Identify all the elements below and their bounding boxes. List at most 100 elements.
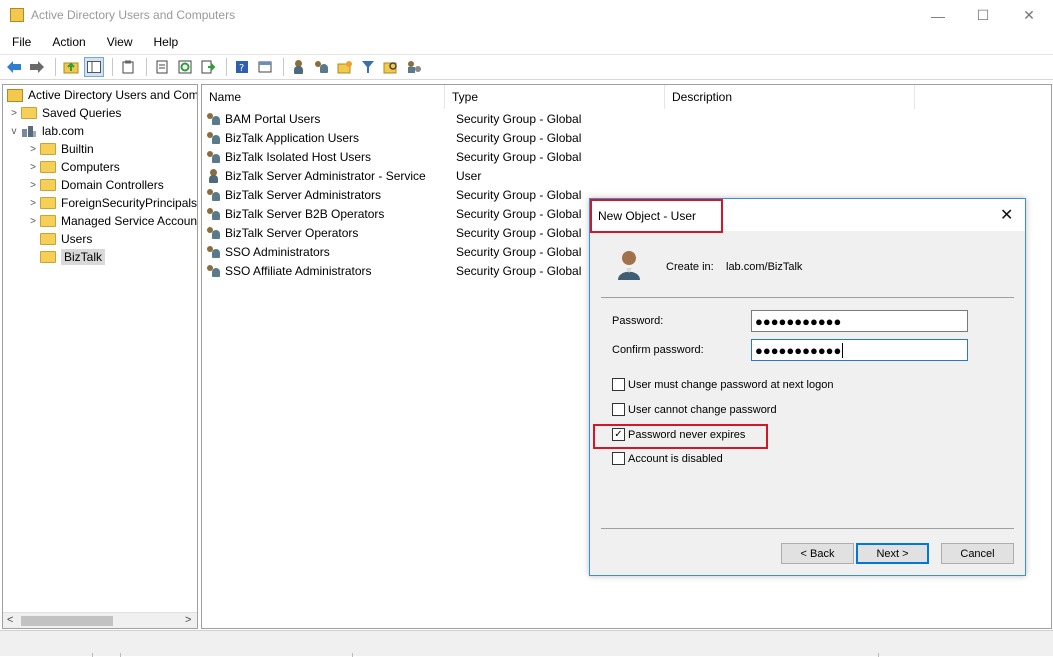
list-item[interactable]: BizTalk Isolated Host Users Security Gro… (206, 147, 581, 166)
next-button[interactable]: Next > (856, 543, 929, 564)
console-tree[interactable]: Active Directory Users and Com > Saved Q… (2, 84, 198, 629)
dialog-divider (601, 528, 1014, 529)
list-item[interactable]: BizTalk Server Administrator - Service U… (206, 166, 481, 185)
maximize-button[interactable]: ☐ (960, 0, 1006, 31)
checkbox-box[interactable] (612, 378, 625, 391)
tree-item-lab-com[interactable]: v lab.com (7, 122, 85, 140)
new-ou-icon[interactable] (335, 57, 355, 77)
back-arrow-icon[interactable] (4, 57, 24, 77)
up-folder-icon[interactable] (61, 57, 81, 77)
chevron-right-icon[interactable]: > (26, 198, 40, 209)
tree-pane-icon[interactable] (84, 57, 104, 77)
password-input[interactable]: ●●●●●●●●●●● (751, 310, 968, 332)
chevron-down-icon[interactable]: v (7, 126, 21, 137)
list-item-name: BizTalk Server Operators (225, 225, 359, 240)
checkbox-label: User must change password at next logon (628, 378, 834, 391)
dialog-close-button[interactable]: ✕ (1000, 205, 1013, 225)
column-header-name[interactable]: Name (202, 85, 445, 109)
tree-item-label: Builtin (61, 142, 94, 156)
close-button[interactable]: ✕ (1006, 0, 1052, 31)
tree-item-domain-controllers[interactable]: > Domain Controllers (26, 176, 164, 194)
filter-icon[interactable] (358, 57, 378, 77)
cancel-button[interactable]: Cancel (941, 543, 1014, 564)
list-item[interactable]: BizTalk Server Operators Security Group … (206, 223, 581, 242)
column-header-type[interactable]: Type (445, 85, 665, 109)
confirm-password-input[interactable]: ●●●●●●●●●●● (751, 339, 968, 361)
list-item-type: User (456, 168, 482, 183)
list-item-name: BizTalk Server Administrators (225, 187, 382, 202)
folder-icon (40, 179, 56, 191)
password-label: Password: (612, 315, 664, 327)
tree-item-label: Managed Service Accoun (61, 214, 198, 228)
checkbox-must-change-password[interactable]: User must change password at next logon (612, 378, 833, 391)
properties-icon[interactable] (152, 57, 172, 77)
menu-help[interactable]: Help (142, 35, 188, 49)
chevron-right-icon[interactable]: > (7, 108, 21, 119)
toolbar-separator (283, 58, 284, 76)
tree-item-label: Domain Controllers (61, 178, 164, 192)
password-masked-value: ●●●●●●●●●●● (755, 313, 842, 329)
export-icon[interactable] (198, 57, 218, 77)
ad-root-icon (7, 88, 23, 102)
checkbox-label: User cannot change password (628, 403, 777, 416)
tree-root[interactable]: Active Directory Users and Com (7, 86, 197, 104)
checkbox-account-disabled[interactable]: Account is disabled (612, 452, 723, 465)
confirm-password-label: Confirm password: (612, 344, 704, 356)
checkbox-cannot-change-password[interactable]: User cannot change password (612, 403, 777, 416)
column-header-description[interactable]: Description (665, 85, 915, 109)
menu-view[interactable]: View (95, 35, 142, 49)
list-item-type: Security Group - Global (456, 130, 582, 145)
console-icon[interactable] (255, 57, 275, 77)
chevron-right-icon[interactable]: > (26, 180, 40, 191)
minimize-button[interactable]: — (915, 0, 961, 31)
folder-icon (40, 215, 56, 227)
list-item[interactable]: SSO Administrators Security Group - Glob… (206, 242, 581, 261)
help-icon[interactable]: ? (232, 57, 252, 77)
scroll-right-button[interactable]: > (185, 614, 191, 626)
user-icon (206, 168, 222, 183)
tree-item-biztalk[interactable]: BizTalk (26, 248, 106, 266)
tree-item-computers[interactable]: > Computers (26, 158, 120, 176)
list-item-type: Security Group - Global (456, 206, 582, 221)
list-item[interactable]: BizTalk Application Users Security Group… (206, 128, 581, 147)
scrollbar-thumb[interactable] (21, 616, 113, 626)
folder-icon (40, 251, 56, 263)
list-item[interactable]: BizTalk Server Administrators Security G… (206, 185, 581, 204)
checkbox-box[interactable] (612, 403, 625, 416)
delegate-icon[interactable] (404, 57, 424, 77)
new-user-icon[interactable] (289, 57, 309, 77)
title-bar: Active Directory Users and Computers — ☐… (0, 0, 1053, 31)
tree-item-builtin[interactable]: > Builtin (26, 140, 94, 158)
forward-arrow-icon[interactable] (27, 57, 47, 77)
list-item[interactable]: SSO Affiliate Administrators Security Gr… (206, 261, 581, 280)
refresh-icon[interactable] (175, 57, 195, 77)
create-in-value: lab.com/BizTalk (726, 261, 803, 273)
find-icon[interactable] (381, 57, 401, 77)
tree-item-saved-queries[interactable]: > Saved Queries (7, 104, 121, 122)
list-item-type: Security Group - Global (456, 225, 582, 240)
chevron-right-icon[interactable]: > (26, 144, 40, 155)
new-group-icon[interactable] (312, 57, 332, 77)
tree-item-managed-service-accounts[interactable]: > Managed Service Accoun (26, 212, 197, 230)
group-icon (206, 245, 222, 259)
list-item-type: Security Group - Global (456, 244, 582, 259)
tree-horizontal-scrollbar[interactable]: < > (3, 612, 197, 628)
tree-item-users[interactable]: Users (26, 230, 92, 248)
list-item[interactable]: BAM Portal Users Security Group - Global (206, 109, 581, 128)
folder-icon (40, 161, 56, 173)
clipboard-icon[interactable] (118, 57, 138, 77)
new-object-user-dialog: New Object - User ✕ Create in: lab.com/B… (589, 198, 1026, 576)
back-button[interactable]: < Back (781, 543, 854, 564)
checkbox-box[interactable] (612, 452, 625, 465)
toolbar-separator (146, 58, 147, 76)
list-item-name: BizTalk Server Administrator - Service (225, 168, 426, 183)
tree-item-foreign-security-principals[interactable]: > ForeignSecurityPrincipals (26, 194, 197, 212)
menu-file[interactable]: File (0, 35, 40, 49)
chevron-right-icon[interactable]: > (26, 162, 40, 173)
chevron-right-icon[interactable]: > (26, 216, 40, 227)
tree-item-label: Computers (61, 160, 120, 174)
menu-action[interactable]: Action (40, 35, 94, 49)
list-item[interactable]: BizTalk Server B2B Operators Security Gr… (206, 204, 581, 223)
scroll-left-button[interactable]: < (7, 614, 13, 626)
toolbar: ? (0, 54, 1053, 80)
